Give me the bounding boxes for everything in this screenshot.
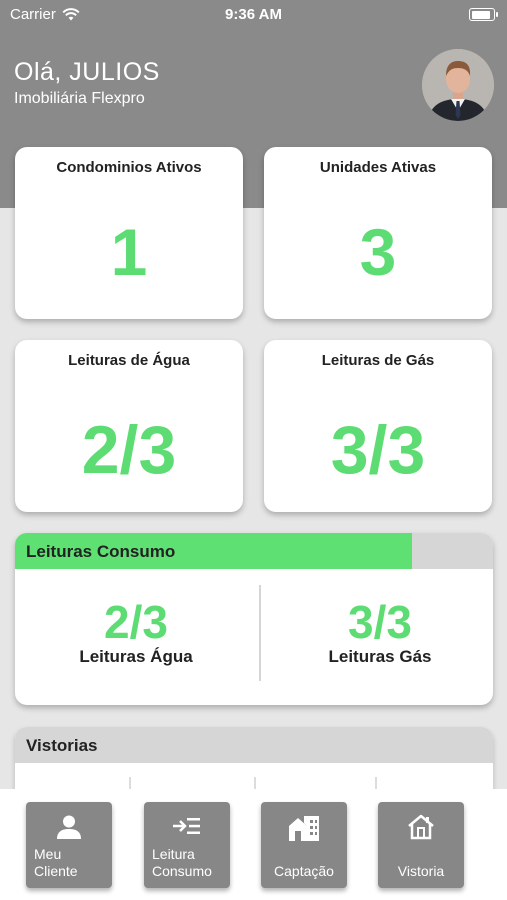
card-value: 2/3	[81, 412, 177, 488]
card-title: Condominios Ativos	[56, 159, 202, 176]
tab-leitura-consumo[interactable]: Leitura Consumo	[144, 802, 230, 888]
tab-label: Meu Cliente	[34, 846, 78, 879]
house-icon	[408, 814, 434, 840]
status-bar: Carrier 9:36 AM	[0, 0, 507, 30]
consumo-gas: 3/3 Leituras Gás	[263, 599, 493, 667]
card-leituras-gas[interactable]: Leituras de Gás 3/3	[264, 340, 492, 512]
person-icon	[57, 815, 81, 839]
buildings-icon	[289, 816, 319, 841]
card-title: Unidades Ativas	[319, 159, 437, 176]
tab-label: Vistoria	[397, 863, 445, 879]
tab-meu-cliente[interactable]: Meu Cliente	[26, 802, 112, 888]
tab-label: Leitura Consumo	[152, 846, 212, 879]
card-title: Leituras de Água	[68, 352, 190, 369]
consumo-title: Leituras Consumo	[26, 542, 176, 561]
list-arrow-icon	[173, 818, 200, 834]
card-leituras-agua[interactable]: Leituras de Água 2/3	[15, 340, 243, 512]
card-title: Leituras de Gás	[321, 352, 435, 369]
consumo-agua-label: Leituras Água	[79, 647, 193, 666]
card-value: 3	[359, 215, 397, 289]
tab-vistoria[interactable]: Vistoria	[378, 802, 464, 888]
consumo-agua: 2/3 Leituras Água	[19, 599, 253, 667]
battery-icon	[469, 8, 498, 21]
tab-bar: Meu Cliente Leitura Consumo Captação Vis…	[0, 789, 507, 900]
vistorias-header: Vistorias	[15, 727, 493, 763]
vistorias-title: Vistorias	[26, 736, 98, 755]
tab-captacao[interactable]: Captação	[261, 802, 347, 888]
card-unidades-ativas[interactable]: Unidades Ativas 3	[264, 147, 492, 319]
consumo-divider	[259, 585, 261, 681]
company-name: Imobiliária Flexpro	[14, 90, 145, 107]
clock: 9:36 AM	[225, 6, 282, 23]
consumo-gas-label: Leituras Gás	[328, 647, 432, 666]
tab-label: Captação	[274, 863, 334, 879]
card-value: 1	[110, 215, 148, 289]
consumo-progress-bar: Leituras Consumo	[15, 533, 493, 569]
greeting: Olá, JULIOS	[14, 58, 160, 86]
avatar[interactable]	[422, 49, 494, 121]
consumo-gas-value: 3/3	[348, 596, 412, 648]
avatar-photo	[422, 49, 494, 121]
consumo-agua-value: 2/3	[104, 596, 168, 648]
consumo-panel[interactable]: Leituras Consumo 2/3 Leituras Água 3/3 L…	[15, 533, 493, 705]
card-value: 3/3	[330, 412, 426, 488]
card-condominios-ativos[interactable]: Condominios Ativos 1	[15, 147, 243, 319]
